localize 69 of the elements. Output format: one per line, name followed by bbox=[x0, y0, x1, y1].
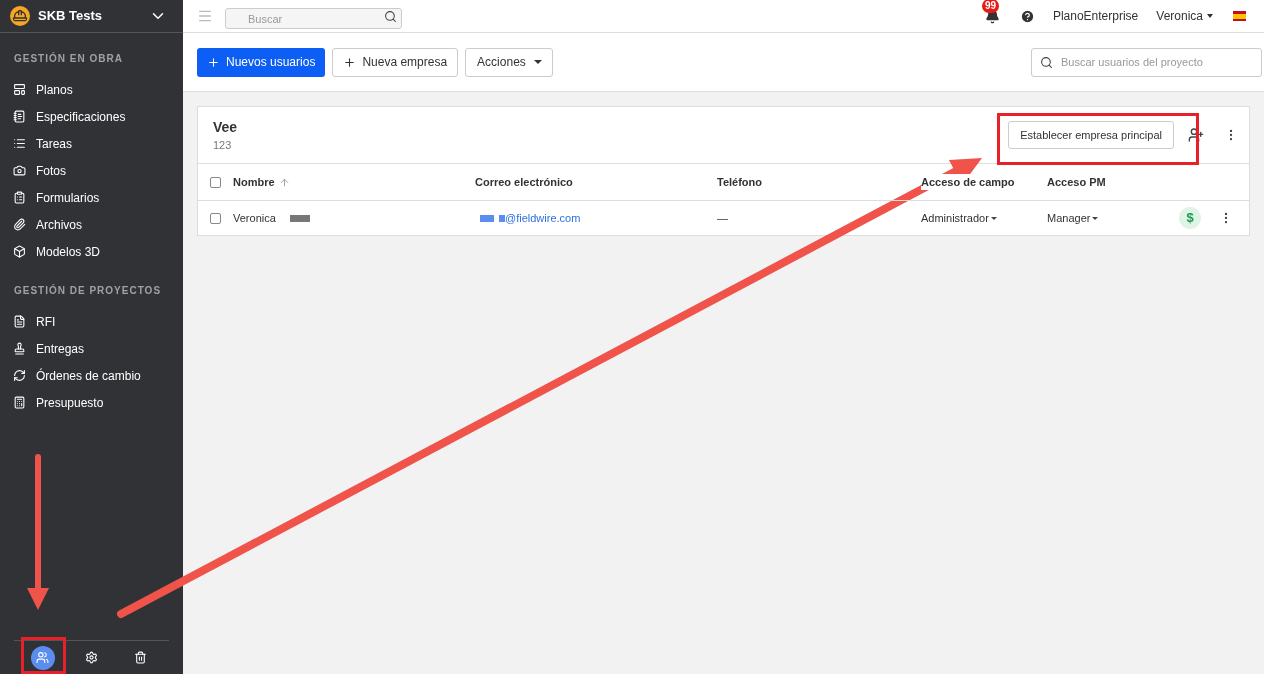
plus-icon bbox=[343, 55, 357, 69]
column-header[interactable]: Nombre bbox=[233, 173, 475, 191]
sidebar-item[interactable]: RFI bbox=[0, 308, 183, 335]
section-title: GESTIÓN EN OBRA bbox=[13, 51, 124, 66]
new-company-button[interactable]: Nueva empresa bbox=[332, 47, 459, 77]
search-field[interactable]: Buscar bbox=[225, 8, 402, 29]
column-header: Acceso PM bbox=[1047, 174, 1106, 190]
email-link[interactable]: @fieldwire.com bbox=[505, 209, 581, 227]
set-main-company-button[interactable]: Establecer empresa principal bbox=[1008, 121, 1174, 149]
settings-icon bbox=[85, 651, 98, 664]
row-checkbox[interactable] bbox=[210, 212, 221, 224]
sidebar-item[interactable]: Planos bbox=[0, 76, 183, 103]
caret-icon bbox=[533, 60, 542, 64]
helmet-logo-icon bbox=[10, 6, 30, 26]
document-icon bbox=[13, 315, 26, 328]
section-title: GESTIÓN DE PROYECTOS bbox=[13, 283, 163, 298]
sidebar-item[interactable]: Presupuesto bbox=[0, 389, 183, 416]
sidebar-item[interactable]: Fotos bbox=[0, 157, 183, 184]
sidebar-item[interactable]: Órdenes de cambio bbox=[0, 362, 183, 389]
select-all-checkbox[interactable] bbox=[210, 176, 221, 188]
company-subtitle: 123 bbox=[213, 137, 233, 153]
redacted-block bbox=[499, 214, 505, 222]
add-user-icon[interactable] bbox=[1188, 127, 1204, 143]
sidebar-item[interactable]: Especificaciones bbox=[0, 103, 183, 130]
sidebar-item[interactable]: Tareas bbox=[0, 130, 183, 157]
trash-icon bbox=[134, 651, 147, 664]
actions-dropdown[interactable]: Acciones bbox=[465, 47, 554, 77]
search-icon bbox=[1040, 55, 1053, 69]
column-header: Correo electrónico bbox=[475, 174, 574, 190]
sidebar-item[interactable]: Archivos bbox=[0, 211, 183, 238]
camera-icon bbox=[13, 164, 26, 177]
footer-tab[interactable] bbox=[30, 645, 55, 670]
paperclip-icon bbox=[13, 218, 26, 231]
field-access-dropdown[interactable]: Administrador bbox=[921, 209, 1047, 227]
clipboard-icon bbox=[13, 191, 26, 204]
organization-name[interactable]: PlanoEnterprise bbox=[1052, 7, 1139, 25]
user-menu[interactable]: Veronica bbox=[1156, 7, 1213, 25]
company-name: Vee bbox=[213, 117, 239, 137]
notification-count: 99 bbox=[981, 0, 1000, 13]
paid-badge: $ bbox=[1179, 207, 1201, 229]
highlight-frame bbox=[21, 637, 66, 674]
stamp-icon bbox=[13, 342, 26, 355]
plan-icon bbox=[13, 83, 26, 96]
users-icon bbox=[36, 651, 49, 664]
calculator-icon bbox=[13, 396, 26, 409]
column-header: Teléfono bbox=[717, 174, 763, 190]
user-search-field[interactable]: Buscar usuarios del proyecto bbox=[1031, 47, 1262, 77]
sidebar-item[interactable]: Formularios bbox=[0, 184, 183, 211]
caret-icon bbox=[990, 216, 997, 220]
cube-icon bbox=[13, 245, 26, 258]
table-cell-text: — bbox=[717, 210, 729, 226]
caret-icon bbox=[1207, 14, 1213, 18]
table-cell-text: Veronica bbox=[233, 210, 276, 226]
caret-icon bbox=[1092, 216, 1099, 220]
pm-access-dropdown[interactable]: Manager bbox=[1047, 209, 1179, 227]
notebook-icon bbox=[13, 110, 26, 123]
refresh-icon bbox=[13, 369, 26, 382]
sidebar-item[interactable]: Entregas bbox=[0, 335, 183, 362]
redacted-block bbox=[480, 214, 494, 222]
list-icon bbox=[13, 137, 26, 150]
project-name: SKB Tests bbox=[38, 7, 104, 26]
new-users-button[interactable]: Nuevos usuarios bbox=[197, 47, 326, 77]
help-icon[interactable] bbox=[1019, 8, 1035, 24]
sidebar-item[interactable]: Modelos 3D bbox=[0, 238, 183, 265]
plus-icon bbox=[207, 55, 220, 69]
redacted-block bbox=[289, 214, 310, 222]
search-icon bbox=[384, 9, 397, 23]
sort-arrow-icon bbox=[278, 176, 290, 188]
spain-flag-icon[interactable] bbox=[1233, 11, 1246, 21]
